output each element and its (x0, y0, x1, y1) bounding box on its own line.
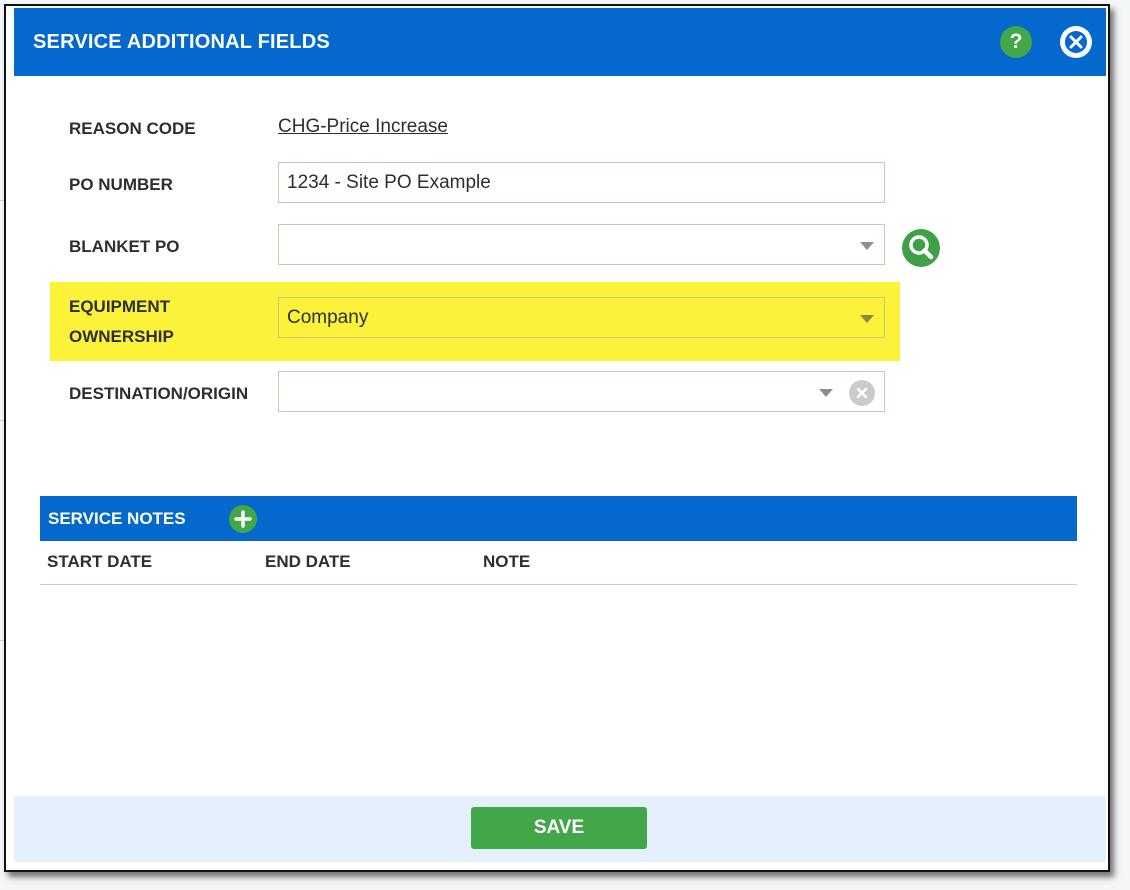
reason-code-label: REASON CODE (69, 119, 196, 138)
column-header-end-date[interactable]: END DATE (265, 550, 351, 574)
search-icon (909, 235, 934, 260)
close-icon (1065, 31, 1087, 53)
save-button[interactable]: SAVE (471, 807, 647, 849)
reason-code-link[interactable]: CHG-Price Increase (278, 112, 448, 142)
column-header-start-date[interactable]: START DATE (47, 550, 152, 574)
service-notes-header: SERVICE NOTES (40, 496, 1077, 541)
table-header-divider (40, 584, 1077, 585)
help-icon: ? (1009, 30, 1023, 53)
dialog-title: SERVICE ADDITIONAL FIELDS (33, 31, 330, 53)
blanket-po-select[interactable] (278, 224, 885, 265)
service-additional-fields-dialog: SERVICE ADDITIONAL FIELDS ? REASON CODE … (4, 4, 1110, 872)
chevron-down-icon (860, 242, 874, 250)
chevron-down-icon (819, 389, 833, 397)
po-number-label: PO NUMBER (69, 175, 173, 194)
add-icon (234, 510, 252, 528)
blanket-po-label: BLANKET PO (69, 237, 180, 256)
equipment-ownership-value: Company (287, 307, 369, 328)
service-notes-title: SERVICE NOTES (48, 509, 186, 528)
clear-icon (856, 387, 868, 399)
column-header-note[interactable]: NOTE (483, 550, 530, 574)
destination-origin-select[interactable] (278, 371, 885, 412)
help-button[interactable]: ? (1000, 26, 1032, 58)
po-number-value: 1234 - Site PO Example (287, 172, 491, 193)
add-service-note-button[interactable] (229, 505, 257, 533)
dialog-footer: SAVE (14, 796, 1106, 862)
dialog-header: SERVICE ADDITIONAL FIELDS ? (14, 8, 1106, 76)
chevron-down-icon (860, 315, 874, 323)
equipment-ownership-label-line1: EQUIPMENT (69, 297, 171, 316)
equipment-ownership-select[interactable]: Company (278, 297, 885, 338)
destination-origin-clear-button[interactable] (849, 380, 875, 406)
blanket-po-search-button[interactable] (902, 229, 940, 267)
po-number-input[interactable]: 1234 - Site PO Example (278, 162, 885, 203)
equipment-ownership-label-line2: OWNERSHIP (69, 327, 174, 346)
close-button[interactable] (1060, 26, 1092, 58)
destination-origin-label: DESTINATION/ORIGIN (69, 384, 249, 403)
